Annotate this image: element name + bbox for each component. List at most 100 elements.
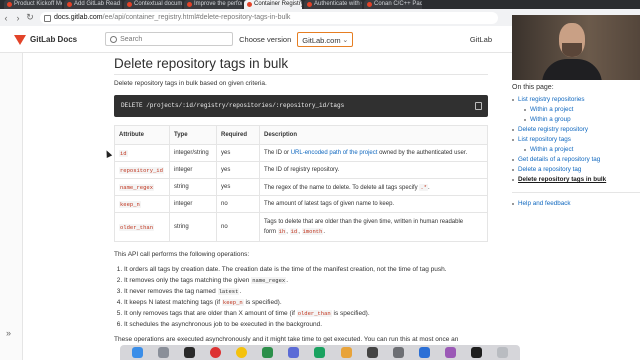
toc-item[interactable]: Delete a repository tag: [512, 165, 640, 175]
table-of-contents: On this page: List registry repositories…: [512, 80, 640, 340]
browser-tab[interactable]: Authenticate with C: [304, 0, 362, 9]
section-description: Delete repository tags in bulk based on …: [114, 80, 267, 87]
attribute-cell: older_than: [114, 212, 170, 242]
list-item: It orders all tags by creation date. The…: [124, 264, 488, 275]
browser-tab[interactable]: Add GitLab Read: [64, 0, 122, 9]
required-cell: no: [216, 195, 260, 213]
address-bar[interactable]: docs.gitlab.com/ee/api/container_registr…: [40, 11, 498, 24]
attribute-name: keep_n: [119, 200, 141, 208]
help-feedback-link[interactable]: Help and feedback: [512, 199, 640, 209]
attribute-name: id: [119, 149, 128, 157]
toc-help-list: Help and feedback: [512, 199, 640, 209]
app-icon[interactable]: [209, 347, 221, 358]
list-item-text: It keeps N latest matching tags (if: [124, 299, 222, 306]
inline-code: latest: [217, 288, 240, 295]
type-cell: string: [169, 178, 217, 196]
toc-item[interactable]: Get details of a repository tag: [512, 155, 640, 165]
app-icon[interactable]: [314, 347, 326, 358]
main-content: Delete repository tags in bulk Delete re…: [114, 53, 488, 360]
webcam-overlay: [512, 15, 640, 80]
description-text: The regex of the name to delete. To dele…: [264, 184, 420, 191]
table-row: older_than string no Tags to delete that…: [114, 212, 488, 242]
inline-code: 1month: [301, 227, 324, 235]
toc-item-active[interactable]: Delete repository tags in bulk: [512, 175, 640, 185]
gitlab-link[interactable]: GitLab: [470, 35, 492, 44]
table-row: keep_n integer no The amount of latest t…: [114, 195, 488, 213]
table-row: id integer/string yes The ID or URL-enco…: [114, 144, 488, 162]
divider: [512, 192, 640, 193]
app-icon[interactable]: [445, 347, 457, 358]
finder-icon[interactable]: [131, 347, 143, 358]
description-cell: The ID or URL-encoded path of the projec…: [259, 144, 488, 162]
site-brand[interactable]: GitLab Docs: [30, 35, 77, 44]
operations-list: It orders all tags by creation date. The…: [114, 264, 488, 330]
required-cell: yes: [216, 161, 260, 179]
app-icon[interactable]: [471, 347, 483, 358]
trash-icon[interactable]: [497, 347, 509, 358]
url-encoded-link[interactable]: URL-encoded path of the project: [291, 150, 378, 156]
version-select[interactable]: GitLab.com ⌄: [297, 31, 354, 47]
app-icon[interactable]: [340, 347, 352, 358]
inline-code: 1d: [289, 227, 299, 235]
list-item-text: is specified).: [331, 310, 370, 317]
description-cell: The regex of the name to delete. To dele…: [259, 178, 488, 196]
list-item: It only removes tags that are older than…: [124, 308, 488, 319]
url-host: docs.gitlab.com: [54, 13, 103, 21]
expand-sidebar-icon[interactable]: »: [6, 328, 11, 338]
page-title: Delete repository tags in bulk: [114, 56, 289, 71]
toc-item[interactable]: List registry repositories: [512, 95, 640, 105]
attributes-table: Attribute Type Required Description id i…: [114, 125, 488, 242]
launchpad-icon[interactable]: [157, 347, 169, 358]
reload-icon[interactable]: ↻: [24, 12, 36, 23]
back-icon[interactable]: ‹: [0, 13, 12, 23]
site-header: GitLab Docs Search Choose version GitLab…: [0, 26, 512, 53]
type-cell: integer: [169, 195, 217, 213]
list-item-text: .: [286, 277, 289, 284]
table-row: repository_id integer yes The ID of regi…: [114, 161, 488, 179]
browser-tab[interactable]: Conan C/C++ Packa: [364, 0, 422, 9]
list-item-text: It orders all tags by creation date. The…: [124, 266, 447, 273]
lock-icon: [44, 14, 51, 22]
toc-subitem[interactable]: Within a project: [512, 105, 640, 115]
mouse-cursor-icon: [103, 149, 113, 158]
browser-tab[interactable]: Product Kickoff Meeti: [4, 0, 62, 9]
browser-tab-active[interactable]: Container Registry A: [244, 0, 302, 9]
app-icon[interactable]: [183, 347, 195, 358]
forward-icon[interactable]: ›: [12, 13, 24, 23]
browser-tab-bar: Product Kickoff Meeti Add GitLab Read Co…: [0, 0, 640, 9]
toc-subitem[interactable]: Within a project: [512, 145, 640, 155]
required-cell: no: [216, 212, 260, 242]
app-icon[interactable]: [262, 347, 274, 358]
attribute-name: name_regex: [119, 183, 155, 191]
toc-heading: On this page:: [512, 84, 554, 91]
app-icon[interactable]: [392, 347, 404, 358]
toc-subitem[interactable]: Within a group: [512, 115, 640, 125]
app-icon[interactable]: [418, 347, 430, 358]
attribute-name: older_than: [119, 223, 155, 231]
endpoint-code-block: DELETE /projects/:id/registry/repositori…: [114, 95, 488, 117]
search-input[interactable]: Search: [105, 32, 234, 46]
gitlab-logo-icon[interactable]: [14, 34, 26, 45]
list-item: It schedules the asynchronous job to be …: [124, 319, 488, 330]
chrome-icon[interactable]: [236, 347, 248, 358]
description-cell: The amount of latest tags of given name …: [259, 195, 488, 213]
browser-tab[interactable]: Improve the perfor: [184, 0, 242, 9]
description-cell: Tags to delete that are older than the g…: [259, 212, 488, 242]
browser-tab[interactable]: Contextual docume: [124, 0, 182, 9]
attribute-cell: id: [114, 144, 170, 162]
description-text: owned by the authenticated user.: [377, 150, 468, 156]
left-sidebar: »: [0, 53, 23, 360]
description-text: .: [427, 184, 430, 191]
column-header: Attribute: [114, 125, 170, 145]
search-icon: [110, 36, 118, 43]
app-icon[interactable]: [366, 347, 378, 358]
copy-icon[interactable]: [475, 102, 482, 110]
list-item-text: It removes only the tags matching the gi…: [124, 277, 252, 284]
description-text: Tags to delete that are older than the g…: [264, 218, 464, 225]
app-icon[interactable]: [288, 347, 300, 358]
toc-item[interactable]: Delete registry repository: [512, 125, 640, 135]
toc-item[interactable]: List repository tags: [512, 135, 640, 145]
divider: [114, 74, 488, 75]
inline-code: 1h: [277, 227, 287, 235]
list-item-text: It schedules the asynchronous job to be …: [124, 321, 323, 328]
